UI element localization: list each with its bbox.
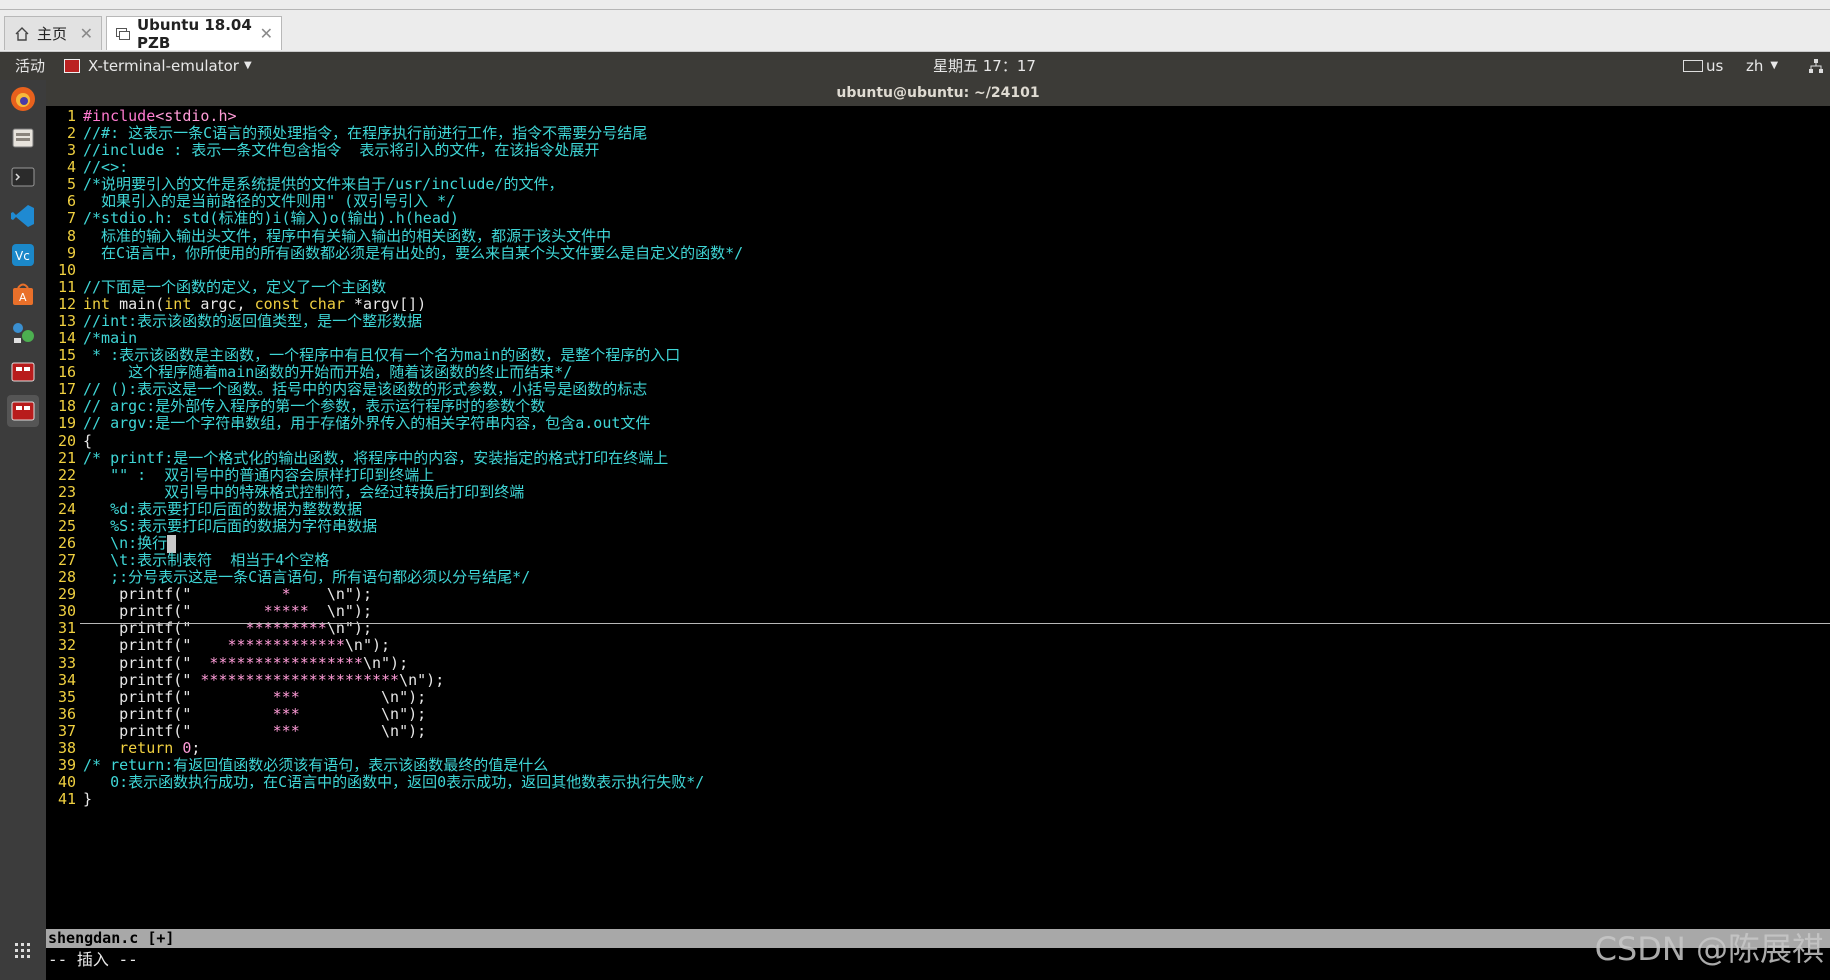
tab-home-close-icon[interactable]: ✕ (80, 24, 93, 43)
vc-icon[interactable]: Vc (7, 239, 39, 271)
vim-editor[interactable]: 1 #include<stdio.h> 2//#: 这表示一条C语言的预处理指令，在… (46, 106, 1830, 980)
cursor-line-underline (80, 623, 1830, 624)
app-menu-label: X-terminal-emulator (88, 57, 239, 75)
software-center-icon[interactable]: A (7, 278, 39, 310)
tab-ubuntu-vm-close-icon[interactable]: ✕ (260, 24, 273, 43)
keyboard-icon (1683, 60, 1703, 72)
tabbar-divider (0, 9, 1830, 10)
vm-icon (115, 25, 131, 43)
code-line[interactable]: 3//include : 表示一条文件包含指令 表示将引入的文件，在该指令处展开 (46, 140, 599, 160)
firefox-icon[interactable] (7, 83, 39, 115)
code-line[interactable]: 9 在C语言中，你所使用的所有函数都必须是有出处的，要么来自某个头文件要么是自定… (46, 243, 743, 263)
svg-text:Vc: Vc (15, 249, 30, 263)
terminal-icon[interactable] (7, 161, 39, 193)
csdn-watermark: CSDN @陈展祺 (1594, 930, 1824, 968)
terminal-window-title: ubuntu@ubuntu: ~/24101 (46, 80, 1830, 106)
code-text: } (83, 790, 93, 809)
tab-ubuntu-vm-label: Ubuntu 18.04 PZB (137, 15, 252, 52)
code-text: // argv:是一个字符串数组，用于存储外界传入的相关字符串内容，包含a.ou… (83, 414, 651, 433)
activities-button[interactable]: 活动 (15, 52, 45, 80)
code-line[interactable]: 19// argv:是一个字符串数组，用于存储外界传入的相关字符串内容，包含a.… (46, 413, 650, 433)
app-red-icon-active[interactable] (7, 395, 39, 427)
show-apps-icon[interactable] (7, 935, 39, 967)
vm-tab-bar: 主页 ✕ Ubuntu 18.04 PZB ✕ (0, 0, 1830, 52)
code-text: //include : 表示一条文件包含指令 表示将引入的文件，在该指令处展开 (83, 141, 600, 160)
terminal-app-icon (64, 59, 80, 73)
vim-mode-indicator: -- 插入 -- (48, 950, 138, 969)
gnome-top-bar: 活动 X-terminal-emulator ▼ 星期五 17：17 us zh… (0, 52, 1830, 80)
code-text: "); (399, 721, 427, 740)
vscode-icon[interactable] (7, 200, 39, 232)
keyboard-layout[interactable]: us (1683, 52, 1723, 80)
chevron-down-icon: ▼ (1770, 60, 1779, 71)
files-icon[interactable] (7, 122, 39, 154)
tab-home[interactable]: 主页 ✕ (4, 16, 102, 50)
app-menu[interactable]: X-terminal-emulator ▼ (64, 52, 252, 80)
clock[interactable]: 星期五 17：17 (933, 52, 1036, 80)
code-line[interactable]: 40 0:表示函数执行成功，在C语言中的函数中，返回0表示成功，返回其他数表示执… (46, 772, 704, 792)
tab-ubuntu-vm[interactable]: Ubuntu 18.04 PZB ✕ (106, 15, 282, 52)
home-icon (13, 25, 31, 43)
svg-text:A: A (19, 291, 27, 304)
network-tool-icon[interactable] (7, 317, 39, 349)
vim-statusline: shengdan.c [+] (46, 929, 1830, 948)
launcher-dock: Vc A (0, 80, 46, 980)
input-method-label: zh (1746, 57, 1764, 75)
code-text: 0:表示函数执行成功，在C语言中的函数中，返回0表示成功，返回其他数表示执行失败… (83, 773, 705, 792)
keyboard-layout-label: us (1706, 57, 1724, 75)
code-text: *** (191, 721, 382, 740)
code-text: \n (381, 721, 400, 740)
code-line[interactable]: 41} (46, 789, 92, 809)
statusline-filename: shengdan.c [+] (48, 929, 175, 947)
network-icon[interactable] (1808, 52, 1824, 80)
input-method-menu[interactable]: zh ▼ (1746, 52, 1778, 80)
chevron-down-icon: ▼ (243, 60, 252, 71)
code-text: 在C语言中，你所使用的所有函数都必须是有出处的，要么来自某个头文件要么是自定义的… (83, 243, 744, 262)
line-number: 41 (57, 790, 76, 809)
tab-home-label: 主页 (37, 25, 68, 43)
app-red-icon[interactable] (7, 356, 39, 388)
